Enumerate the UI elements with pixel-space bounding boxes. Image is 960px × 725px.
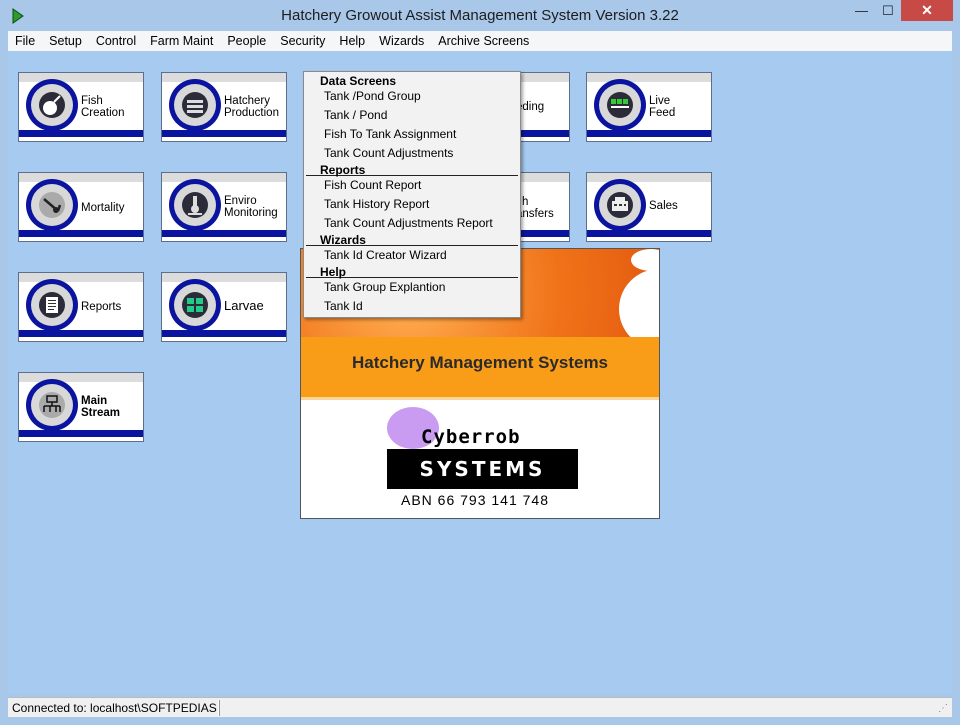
tile-label: Larvae — [224, 298, 264, 313]
company-name: Cyberrob — [421, 426, 521, 448]
tile-label: Stream — [81, 407, 120, 419]
menu-file[interactable]: File — [8, 31, 42, 51]
menu-archive-screens[interactable]: Archive Screens — [431, 31, 536, 51]
menu-section-header: Reports — [320, 163, 366, 177]
menu-item-fish-to-tank-assignment[interactable]: Fish To Tank Assignment — [324, 127, 456, 141]
tile-label: Sales — [649, 200, 678, 212]
cash-register-icon — [607, 192, 633, 218]
menu-item-tank-count-adjustments-report[interactable]: Tank Count Adjustments Report — [324, 216, 493, 230]
status-panel-empty — [218, 700, 938, 716]
enviro-monitoring-button[interactable]: Enviro Monitoring — [161, 172, 287, 242]
org-chart-icon — [39, 392, 65, 418]
menu-item-tank-id-creator-wizard[interactable]: Tank Id Creator Wizard — [324, 248, 447, 262]
tile-label: h — [522, 196, 529, 208]
company-systems: SYSTEMS — [387, 449, 578, 489]
live-feed-button[interactable]: Live Feed — [586, 72, 712, 142]
tile-label: Mortality — [81, 202, 125, 214]
tile-label: Fish — [81, 95, 103, 107]
connection-status: Connected to: localhost\SOFTPEDIAS — [10, 700, 220, 716]
tile-label: Hatchery — [224, 95, 271, 107]
tile-label: Creation — [81, 107, 125, 119]
reports-button[interactable]: Reports — [18, 272, 144, 342]
menu-item-tank-history-report[interactable]: Tank History Report — [324, 197, 429, 211]
menu-item-tank-pond-group[interactable]: Tank /Pond Group — [324, 89, 421, 103]
tank-icon — [182, 92, 208, 118]
larvae-icon — [182, 292, 208, 318]
menu-item-tank-pond[interactable]: Tank / Pond — [324, 108, 387, 122]
tile-label: Live — [649, 95, 671, 107]
dead-fish-icon — [39, 192, 65, 218]
menu-security[interactable]: Security — [273, 31, 332, 51]
tile-label: Enviro — [224, 195, 257, 207]
splash-title: Hatchery Management Systems — [351, 353, 609, 372]
title-bar: Hatchery Growout Assist Management Syste… — [0, 0, 960, 31]
minimize-button[interactable]: — — [848, 0, 875, 21]
status-bar: Connected to: localhost\SOFTPEDIAS ⋰ — [8, 697, 952, 717]
tile-label: Production — [224, 107, 279, 119]
tile-label: ansfers — [516, 208, 554, 220]
sales-button[interactable]: Sales — [586, 172, 712, 242]
abn-number: ABN 66 793 141 748 — [401, 492, 549, 508]
tile-label: Feed — [649, 107, 676, 119]
mortality-button[interactable]: Mortality — [18, 172, 144, 242]
larvae-button[interactable]: Larvae — [161, 272, 287, 342]
window-title: Hatchery Growout Assist Management Syste… — [281, 7, 679, 24]
report-document-icon — [39, 292, 65, 318]
menu-setup[interactable]: Setup — [42, 31, 89, 51]
tile-label: Reports — [81, 301, 122, 313]
live-feed-icon — [607, 92, 633, 118]
resize-grip-icon[interactable]: ⋰ — [938, 703, 950, 715]
hatchery-production-button[interactable]: Hatchery Production — [161, 72, 287, 142]
tile-label: Main — [81, 395, 108, 407]
menu-item-tank-count-adjustments[interactable]: Tank Count Adjustments — [324, 146, 453, 160]
maximize-button[interactable]: ☐ — [875, 0, 901, 21]
close-button[interactable]: ✕ — [901, 0, 953, 21]
menu-section-header: Help — [320, 265, 347, 279]
tile-label: Monitoring — [224, 207, 278, 219]
menu-section-header: Wizards — [320, 233, 366, 247]
farm-maint-dropdown-menu: Data Screens Tank /Pond Group Tank / Pon… — [303, 71, 521, 318]
menu-help[interactable]: Help — [332, 31, 372, 51]
fish-egg-icon — [39, 92, 65, 118]
menu-control[interactable]: Control — [89, 31, 143, 51]
menu-section-header: Data Screens — [320, 74, 397, 88]
menu-people[interactable]: People — [220, 31, 273, 51]
menu-farm-maint[interactable]: Farm Maint — [143, 31, 220, 51]
microscope-icon — [182, 192, 208, 218]
main-stream-button[interactable]: Main Stream — [18, 372, 144, 442]
menu-item-fish-count-report[interactable]: Fish Count Report — [324, 178, 421, 192]
menu-item-tank-group-explantion[interactable]: Tank Group Explantion — [324, 280, 445, 294]
menu-wizards[interactable]: Wizards — [372, 31, 431, 51]
fish-creation-button[interactable]: Fish Creation — [18, 72, 144, 142]
menu-item-tank-id[interactable]: Tank Id — [324, 299, 363, 313]
menu-bar: File Setup Control Farm Maint People Sec… — [8, 31, 952, 51]
